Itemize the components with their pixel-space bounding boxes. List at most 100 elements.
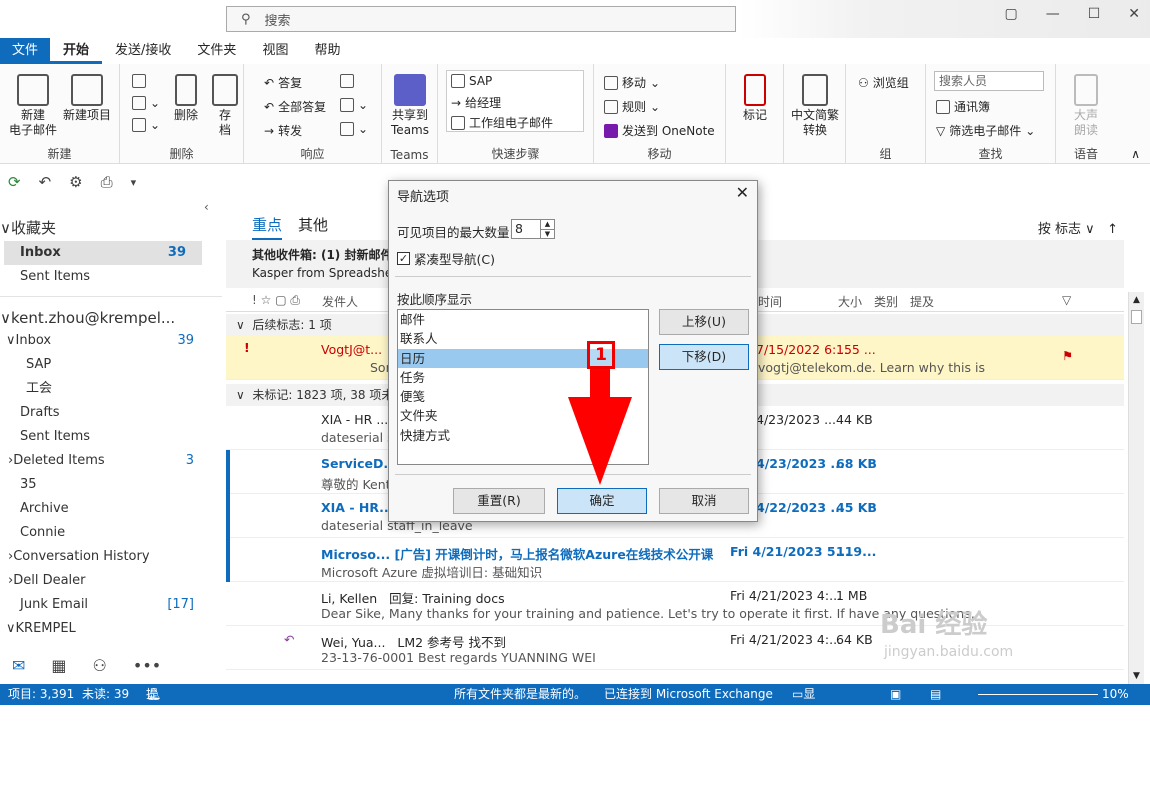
- col-time[interactable]: 时间: [758, 293, 782, 310]
- folder-sent-items[interactable]: Sent Items: [0, 425, 210, 449]
- archive-button[interactable]: 存 档: [208, 74, 242, 138]
- favorites-header[interactable]: ∨收藏夹: [0, 216, 210, 240]
- close-icon[interactable]: ✕: [1128, 6, 1140, 22]
- folder-junk-email[interactable]: Junk Email [17]: [0, 593, 210, 617]
- menu-file[interactable]: 文件: [0, 38, 51, 64]
- browse-groups-button[interactable]: ⚇ 浏览组: [858, 74, 909, 91]
- flag-icon[interactable]: ⚑: [1062, 348, 1073, 363]
- reset-button[interactable]: 重置(R): [453, 488, 545, 514]
- meeting-icon[interactable]: [340, 74, 354, 88]
- search-box[interactable]: ⚲ 搜索: [226, 6, 736, 32]
- new-mail-button[interactable]: 新建 电子邮件: [6, 74, 60, 138]
- folder-inbox[interactable]: ∨Inbox 39: [0, 329, 210, 353]
- sync-icon[interactable]: ⟳: [8, 173, 21, 191]
- folder-35[interactable]: 35: [0, 473, 210, 497]
- filter-icon[interactable]: ▽: [1062, 293, 1071, 307]
- folder-sap[interactable]: SAP: [0, 353, 210, 377]
- scroll-down-icon[interactable]: ▼: [1129, 668, 1144, 684]
- share-to-teams-button[interactable]: 共享到 Teams: [386, 74, 434, 138]
- compact-nav-checkbox[interactable]: ✓ 紧凑型导航(C): [397, 249, 495, 268]
- reading-view-icon[interactable]: ▤: [930, 684, 941, 705]
- move-down-button[interactable]: 下移(D): [659, 344, 749, 370]
- favorite-inbox[interactable]: Inbox 39: [4, 241, 202, 265]
- read-aloud-button[interactable]: 大声 朗读: [1062, 74, 1110, 138]
- folder-krempel[interactable]: ∨KREMPEL: [0, 617, 210, 641]
- menu-home[interactable]: 开始: [50, 38, 103, 64]
- list-item[interactable]: 任务: [398, 368, 648, 387]
- stepper-up-icon[interactable]: ▲: [540, 220, 554, 229]
- rules-button[interactable]: 规则 ⌄: [604, 98, 660, 115]
- menu-view[interactable]: 视图: [249, 38, 301, 64]
- stepper-down-icon[interactable]: ▼: [540, 229, 554, 238]
- filter-email-button[interactable]: ▽ 筛选电子邮件 ⌄: [936, 122, 1035, 139]
- cancel-button[interactable]: 取消: [659, 488, 749, 514]
- clean-up-icon[interactable]: ⌄: [132, 96, 160, 110]
- scroll-up-icon[interactable]: ▲: [1129, 292, 1144, 308]
- col-from[interactable]: 发件人: [322, 293, 358, 310]
- address-book-button[interactable]: 通讯簿: [936, 98, 990, 115]
- dialog-close-icon[interactable]: ✕: [736, 183, 749, 202]
- folder-deleted-items[interactable]: ›Deleted Items 3: [0, 449, 210, 473]
- delete-button[interactable]: 删除: [168, 74, 204, 123]
- calendar-icon[interactable]: ▦: [51, 656, 66, 675]
- account-header[interactable]: ∨kent.zhou@krempel...: [0, 306, 210, 330]
- print-icon[interactable]: ⎙: [101, 173, 113, 191]
- folder-drafts[interactable]: Drafts: [0, 401, 210, 425]
- mail-icon[interactable]: ✉: [12, 656, 25, 675]
- minimize-icon[interactable]: —: [1046, 6, 1060, 22]
- zoom-level[interactable]: 10%: [1102, 684, 1129, 705]
- restore-icon[interactable]: ▢: [1004, 6, 1017, 22]
- zoom-slider[interactable]: [978, 694, 1098, 695]
- reply-button[interactable]: ↶ 答复: [264, 74, 302, 91]
- scroll-thumb[interactable]: [1131, 310, 1142, 324]
- tab-focused[interactable]: 重点: [252, 214, 283, 240]
- undo-icon[interactable]: ↶: [39, 173, 52, 191]
- im-icon[interactable]: ⌄: [340, 98, 368, 112]
- quickstep-manager[interactable]: → 给经理: [451, 94, 501, 111]
- row-preview: 23-13-76-0001 Best regards YUANNING WEI: [321, 650, 596, 665]
- junk-icon[interactable]: ⌄: [132, 118, 160, 132]
- flag-button[interactable]: 标记: [734, 74, 776, 123]
- menu-folder[interactable]: 文件夹: [184, 38, 249, 64]
- favorite-sent-items[interactable]: Sent Items: [0, 265, 210, 289]
- more-respond-icon[interactable]: ⌄: [340, 122, 368, 136]
- normal-view-icon[interactable]: ▣: [890, 684, 901, 705]
- table-row[interactable]: Li, Kellen 回复: Training docs Dear Sike, …: [226, 582, 1124, 626]
- more-icon[interactable]: •••: [133, 656, 161, 675]
- tab-other[interactable]: 其他: [298, 214, 328, 240]
- ok-button[interactable]: 确定: [557, 488, 647, 514]
- folder-dell-dealer[interactable]: ›Dell Dealer: [0, 569, 210, 593]
- max-items-stepper[interactable]: 8 ▲ ▼: [511, 219, 555, 239]
- table-row[interactable]: Microso... [广告] 开课倒计时，马上报名微软Azure在线技术公开课…: [226, 538, 1124, 582]
- move-button[interactable]: 移动 ⌄: [604, 74, 660, 91]
- folder-connie[interactable]: Connie: [0, 521, 210, 545]
- settings-icon[interactable]: ⚙: [69, 173, 82, 191]
- maximize-icon[interactable]: ☐: [1088, 6, 1101, 22]
- quickstep-team-email[interactable]: 工作组电子邮件: [451, 114, 553, 131]
- people-icon[interactable]: ⚇: [93, 656, 107, 675]
- col-size[interactable]: 大小: [838, 293, 862, 310]
- collapse-ribbon-icon[interactable]: ∧: [1131, 147, 1140, 161]
- chinese-convert-button[interactable]: 中文简繁 转换: [786, 74, 844, 138]
- new-item-button[interactable]: 新建项目: [60, 74, 114, 123]
- sort-control[interactable]: 按 标志 ∨ ↑: [1038, 218, 1118, 237]
- quickstep-sap[interactable]: SAP: [451, 74, 492, 88]
- list-item[interactable]: 邮件: [398, 310, 648, 329]
- menu-send-receive[interactable]: 发送/接收: [102, 38, 184, 64]
- search-people-input[interactable]: 搜索人员: [934, 71, 1044, 91]
- folder-union[interactable]: 工会: [0, 377, 210, 401]
- reply-all-button[interactable]: ↶ 全部答复: [264, 98, 326, 115]
- onenote-button[interactable]: 发送到 OneNote: [604, 122, 715, 139]
- display-settings[interactable]: ▭ 显示器设置: [792, 684, 815, 785]
- collapse-pane-icon[interactable]: ‹: [204, 200, 209, 214]
- col-category[interactable]: 类别: [874, 293, 898, 310]
- col-mention[interactable]: 提及: [910, 293, 934, 310]
- mail-scrollbar[interactable]: ▲ ▼: [1128, 292, 1144, 684]
- forward-button[interactable]: → 转发: [264, 122, 302, 139]
- folder-archive[interactable]: Archive: [0, 497, 210, 521]
- move-up-button[interactable]: 上移(U): [659, 309, 749, 335]
- folder-conversation-history[interactable]: ›Conversation History: [0, 545, 210, 569]
- customize-icon[interactable]: ▾: [131, 176, 137, 189]
- ignore-icon[interactable]: [132, 74, 146, 88]
- menu-help[interactable]: 帮助: [301, 38, 353, 64]
